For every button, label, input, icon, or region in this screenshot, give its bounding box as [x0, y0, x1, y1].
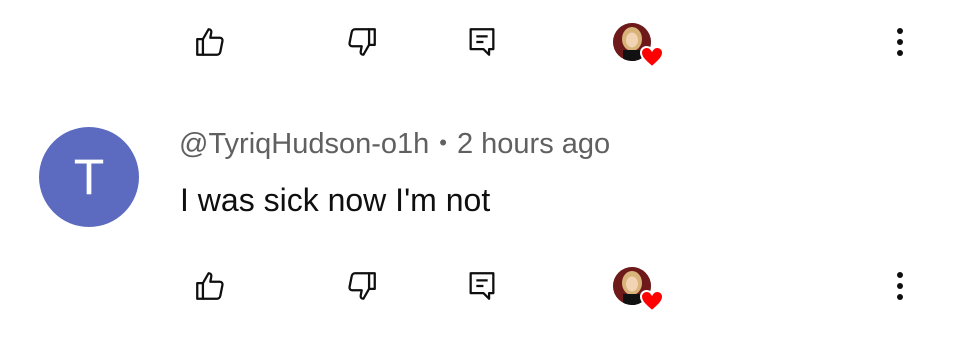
reply-comment-icon: [469, 272, 495, 300]
reply-comment-icon: [469, 28, 495, 56]
author-initial: T: [73, 149, 105, 205]
more-options-button[interactable]: [870, 12, 930, 72]
more-vertical-icon: [897, 272, 903, 300]
thumbs-down-icon: [348, 28, 376, 56]
thumbs-up-icon: [196, 272, 224, 300]
author-handle[interactable]: @TyriqHudson-o1h: [179, 128, 429, 160]
creator-avatar: [613, 267, 665, 313]
comment-timestamp[interactable]: 2 hours ago: [457, 128, 610, 160]
meta-separator: •: [439, 130, 447, 155]
author-avatar[interactable]: T: [39, 127, 139, 227]
previous-comment-actions: [0, 12, 960, 72]
creator-heart-icon: [639, 289, 665, 313]
dislike-button[interactable]: [332, 256, 392, 316]
more-options-button[interactable]: [870, 256, 930, 316]
comment-text: I was sick now I'm not: [180, 182, 491, 218]
more-vertical-icon: [897, 28, 903, 56]
comment-meta: @TyriqHudson-o1h • 2 hours ago: [179, 128, 610, 161]
creator-heart-icon: [639, 45, 665, 69]
thumbs-down-icon: [348, 272, 376, 300]
like-button[interactable]: [180, 256, 240, 316]
comment-item: T @TyriqHudson-o1h • 2 hours ago I was sic…: [0, 120, 960, 240]
creator-heart-badge: [602, 12, 665, 72]
reply-button[interactable]: [452, 12, 512, 72]
comment-actions: [0, 256, 960, 316]
reply-button[interactable]: [452, 256, 512, 316]
like-button[interactable]: [180, 12, 240, 72]
creator-heart-badge: [602, 256, 665, 316]
thumbs-up-icon: [196, 28, 224, 56]
dislike-button[interactable]: [332, 12, 392, 72]
creator-avatar: [613, 23, 665, 69]
